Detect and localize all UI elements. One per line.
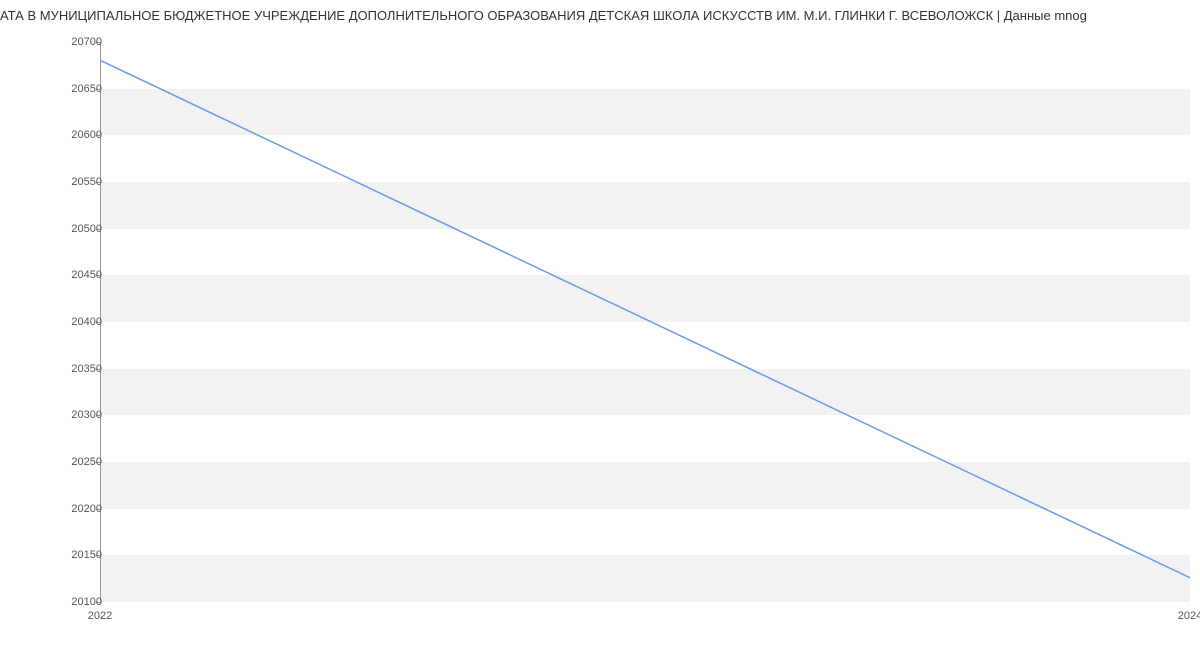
grid-band — [101, 275, 1190, 322]
y-tick-label: 20100 — [71, 596, 102, 608]
chart-container: АТА В МУНИЦИПАЛЬНОЕ БЮДЖЕТНОЕ УЧРЕЖДЕНИЕ… — [0, 0, 1200, 650]
y-tick-label: 20700 — [71, 36, 102, 48]
x-tick-label: 2022 — [88, 610, 112, 622]
y-tick-label: 20200 — [71, 503, 102, 515]
y-tick-label: 20500 — [71, 223, 102, 235]
y-tick-label: 20350 — [71, 363, 102, 375]
x-tick-label: 2024 — [1178, 610, 1200, 622]
plot-area — [100, 42, 1190, 602]
y-tick-label: 20250 — [71, 456, 102, 468]
y-tick-label: 20450 — [71, 269, 102, 281]
grid-band — [101, 555, 1190, 602]
y-tick-label: 20550 — [71, 176, 102, 188]
grid-band — [101, 462, 1190, 509]
y-tick-label: 20150 — [71, 549, 102, 561]
grid-band — [101, 182, 1190, 229]
grid-band — [101, 89, 1190, 136]
y-tick-label: 20600 — [71, 129, 102, 141]
y-tick-label: 20300 — [71, 409, 102, 421]
chart-title: АТА В МУНИЦИПАЛЬНОЕ БЮДЖЕТНОЕ УЧРЕЖДЕНИЕ… — [0, 8, 1200, 23]
y-tick-label: 20650 — [71, 83, 102, 95]
y-tick-label: 20400 — [71, 316, 102, 328]
grid-band — [101, 369, 1190, 416]
